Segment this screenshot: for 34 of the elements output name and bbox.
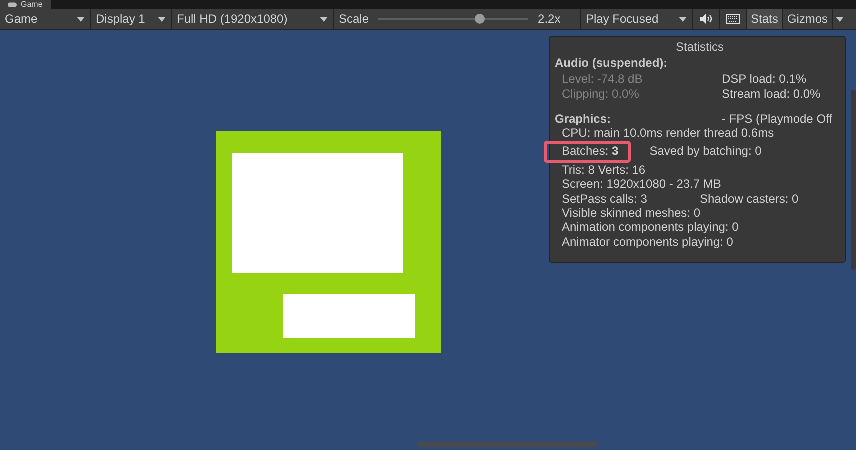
stats-button[interactable]: Stats: [747, 9, 784, 29]
caret-icon: [158, 16, 166, 22]
caret-icon: [836, 16, 844, 22]
scrollbar[interactable]: [417, 442, 598, 447]
section-heading: Audio (suspended):: [555, 56, 669, 71]
scrollbar[interactable]: [851, 90, 856, 270]
fps-text: - FPS (Playmode Off: [722, 112, 832, 126]
stat-text: Tris: 8 Verts: 16: [562, 162, 646, 178]
resolution-dropdown[interactable]: Full HD (1920x1080): [172, 9, 334, 29]
stat-text: Animation components playing: 0: [562, 220, 739, 235]
stat-text: CPU: main 10.0ms render thread 0.6ms: [562, 126, 774, 140]
stat-text: Animator components playing: 0: [562, 234, 734, 250]
stat-text: SetPass calls: 3: [562, 192, 648, 206]
stat-text: Level: -74.8 dB: [561, 72, 644, 86]
stat-text: Stream load: 0.0%: [722, 87, 821, 102]
caret-icon: [320, 16, 328, 22]
view-dropdown[interactable]: Game: [0, 9, 91, 29]
stat-text: DSP load: 0.1%: [722, 72, 806, 86]
stat-text: Visible skinned meshes: 0: [562, 206, 701, 220]
scale-label: Scale: [339, 12, 370, 26]
game-tab[interactable]: Game: [0, 0, 51, 9]
statistics-title: Statistics: [674, 40, 725, 56]
scale-reading: 2.2x: [538, 12, 561, 26]
speaker-icon: [700, 14, 712, 24]
keyboard-icon: [726, 14, 740, 24]
stat-text: Saved by batching: 0: [650, 144, 762, 159]
stat-text: Shadow casters: 0: [700, 192, 799, 206]
caret-icon: [77, 16, 85, 22]
stat-text: Batches: 3: [562, 144, 619, 159]
stat-text: Clipping: 0.0%: [561, 87, 640, 102]
section-heading: Graphics:: [555, 112, 612, 126]
display-dropdown[interactable]: Display 1: [91, 9, 172, 29]
caret-icon: [679, 16, 687, 22]
stat-text: Screen: 1920x1080 - 23.7 MB: [562, 177, 722, 192]
